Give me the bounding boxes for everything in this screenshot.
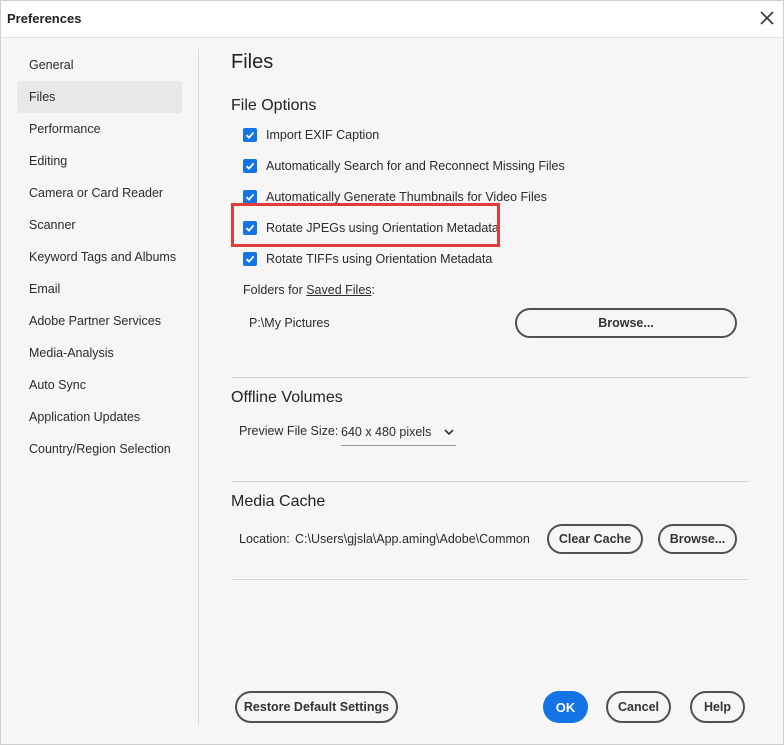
sidebar-item-performance[interactable]: Performance [17,113,182,145]
checkbox-checked-icon [243,128,257,142]
file-options-heading: File Options [231,97,317,114]
title-bar: Preferences [1,1,783,38]
import-exif-caption-checkbox[interactable]: Import EXIF Caption [243,125,379,145]
checkbox-label: Import EXIF Caption [266,128,380,142]
checkbox-label: Automatically Search for and Reconnect M… [266,159,565,173]
preview-file-size-label: Preview File Size: [239,424,339,438]
checkbox-checked-icon [243,159,257,173]
sidebar-item-files[interactable]: Files [17,81,182,113]
window-title: Preferences [7,11,82,26]
sidebar-divider [198,49,199,726]
highlight-box [231,203,500,247]
chevron-down-icon [444,429,454,436]
sidebar-item-keyword-tags[interactable]: Keyword Tags and Albums [17,241,182,273]
cancel-button[interactable]: Cancel [606,691,671,723]
restore-defaults-button[interactable]: Restore Default Settings [235,691,398,723]
rotate-tiffs-checkbox[interactable]: Rotate TIFFs using Orientation Metadata [243,249,492,269]
sidebar-item-adobe-partner-services[interactable]: Adobe Partner Services [17,305,182,337]
sidebar-item-editing[interactable]: Editing [17,145,182,177]
folders-label-saved-files: Saved Files [306,283,372,297]
sidebar-item-media-analysis[interactable]: Media-Analysis [17,337,182,369]
folder-path: P:\My Pictures [249,316,330,330]
sidebar-item-camera-or-card-reader[interactable]: Camera or Card Reader [17,177,182,209]
help-button[interactable]: Help [690,691,745,723]
clear-cache-button[interactable]: Clear Cache [547,524,643,554]
sidebar-item-general[interactable]: General [17,49,182,81]
ok-button[interactable]: OK [543,691,588,723]
checkbox-label: Rotate TIFFs using Orientation Metadata [266,252,493,266]
close-button[interactable] [757,8,777,28]
close-icon [760,11,774,25]
location-label: Location: [239,532,290,546]
page-title: Files [231,51,274,73]
checkbox-label: Automatically Generate Thumbnails for Vi… [266,190,547,204]
folders-label: Folders for Saved Files: [243,283,375,297]
divider [231,377,749,378]
sidebar-item-country-region[interactable]: Country/Region Selection [17,433,182,465]
browse-folder-button[interactable]: Browse... [515,308,737,338]
sidebar-item-scanner[interactable]: Scanner [17,209,182,241]
folders-label-prefix: Folders for [243,283,307,297]
offline-volumes-heading: Offline Volumes [231,389,343,406]
sidebar-item-email[interactable]: Email [17,273,182,305]
auto-reconnect-checkbox[interactable]: Automatically Search for and Reconnect M… [243,156,565,176]
preview-file-size-dropdown[interactable]: 640 x 480 pixels [341,419,456,446]
browse-cache-button[interactable]: Browse... [658,524,737,554]
location-path: C:\Users\gjsla\App.aming\Adobe\Common [295,532,530,546]
divider [231,579,749,580]
sidebar-item-auto-sync[interactable]: Auto Sync [17,369,182,401]
checkbox-checked-icon [243,252,257,266]
preferences-window: Preferences General Files Performance Ed… [0,0,784,745]
divider [231,481,749,482]
folders-label-suffix: : [371,283,376,297]
checkbox-checked-icon [243,190,257,204]
preview-file-size-value: 640 x 480 pixels [341,425,432,439]
media-cache-heading: Media Cache [231,493,326,510]
sidebar-item-application-updates[interactable]: Application Updates [17,401,182,433]
preferences-sidebar: General Files Performance Editing Camera… [17,49,182,465]
